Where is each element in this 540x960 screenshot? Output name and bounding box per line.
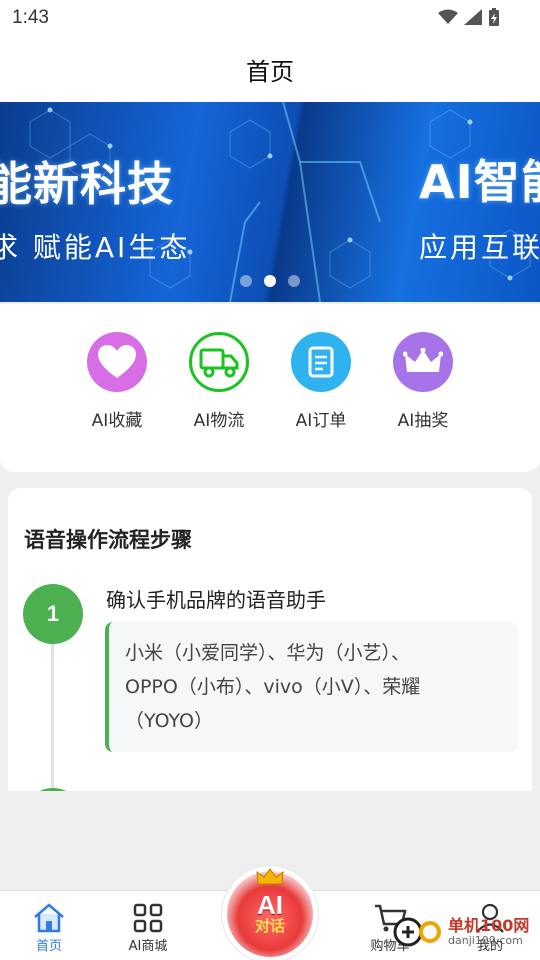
voice-steps-card: 语音操作流程步骤 1 确认手机品牌的语音助手 小米（小爱同学）、华为（小艺）、 … <box>8 488 532 791</box>
step-description: 小米（小爱同学）、华为（小艺）、 OPPO（小布）、vivo（小V）、荣耀 （Y… <box>105 622 518 752</box>
tab-label: AI商城 <box>128 939 168 954</box>
step-title: 确认手机品牌的语音助手 <box>106 588 326 612</box>
grid-icon <box>133 903 163 933</box>
carousel-dot-active[interactable] <box>264 275 276 287</box>
step-number-badge: 1 <box>23 584 83 644</box>
status-bar: 1:43 <box>0 0 540 36</box>
banner-headline: AI智能 <box>419 155 540 209</box>
timeline-line <box>51 638 54 791</box>
status-icons <box>438 8 500 26</box>
quick-action-favorites[interactable]: AI收藏 <box>72 332 162 431</box>
quick-action-lottery[interactable]: AI抽奖 <box>378 332 468 431</box>
tab-label: 首页 <box>35 939 62 954</box>
signal-icon <box>464 9 482 25</box>
tab-ai-mall[interactable]: AI商城 <box>103 901 193 954</box>
watermark-text: 单机100网 <box>448 915 530 935</box>
watermark: 单机100网 danji100.com <box>392 916 529 948</box>
heart-icon <box>87 332 147 392</box>
carousel-indicator <box>0 275 540 287</box>
banner-slide-previous[interactable]: 能新科技 求 赋能AI生态 <box>0 102 283 302</box>
step-description-line: OPPO（小布）、vivo（小V）、荣耀 <box>125 676 421 698</box>
wifi-icon <box>438 9 458 24</box>
quick-action-label: AI抽奖 <box>397 411 449 431</box>
crown-icon <box>256 868 284 885</box>
banner-headline: 能新科技 <box>0 157 174 211</box>
ai-chat-sublabel: 对话 <box>254 917 285 935</box>
banner-slide-next[interactable]: AI智能 应用互联 <box>283 102 540 302</box>
quick-action-label: AI收藏 <box>91 411 143 431</box>
page-header: 首页 <box>0 36 540 102</box>
banner-subline: 应用互联 <box>419 231 540 264</box>
carousel-dot[interactable] <box>288 275 300 287</box>
step-description-line: 小米（小爱同学）、华为（小艺）、 <box>125 642 411 664</box>
quick-action-logistics[interactable]: AI物流 <box>174 332 264 431</box>
watermark-logo-icon <box>393 917 441 947</box>
quick-action-label: AI订单 <box>295 411 347 431</box>
page-title: 首页 <box>246 58 294 86</box>
truck-icon <box>189 332 249 392</box>
banner-carousel[interactable]: 能新科技 求 赋能AI生态 AI智能 应用互联 <box>0 102 540 302</box>
carousel-dot[interactable] <box>240 275 252 287</box>
home-icon <box>34 903 64 933</box>
quick-action-orders[interactable]: AI订单 <box>276 332 366 431</box>
step-number-badge-next <box>23 788 83 791</box>
watermark-url: danji100.com <box>448 933 523 947</box>
quick-action-label: AI物流 <box>193 411 245 431</box>
banner-subline: 求 赋能AI生态 <box>0 231 191 264</box>
step-description-line: （YOYO） <box>125 710 214 732</box>
crown-icon <box>393 332 453 392</box>
ai-chat-label: AI <box>257 890 283 920</box>
card-heading: 语音操作流程步骤 <box>24 528 192 552</box>
quick-actions-panel: AI收藏 AI物流 AI订单 AI抽奖 <box>0 304 540 472</box>
document-icon <box>291 332 351 392</box>
status-time: 1:43 <box>12 7 49 28</box>
tab-home[interactable]: 首页 <box>4 901 94 954</box>
battery-icon <box>489 8 499 26</box>
